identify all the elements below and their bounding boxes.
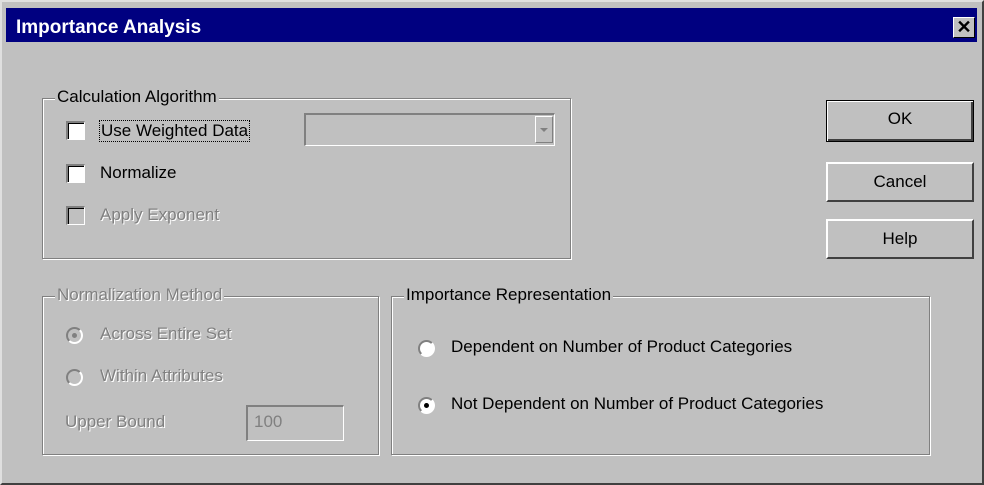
importance-representation-group — [391, 296, 930, 455]
dropdown-arrow-icon — [540, 128, 548, 132]
cancel-button[interactable]: Cancel — [826, 162, 974, 202]
dropdown-arrow-button[interactable] — [535, 116, 553, 143]
across-entire-set-label: Across Entire Set — [100, 324, 232, 343]
help-button[interactable]: Help — [826, 219, 974, 259]
importance-representation-legend: Importance Representation — [404, 285, 614, 305]
within-attributes-label: Within Attributes — [100, 366, 223, 385]
use-weighted-data-checkbox[interactable] — [66, 121, 85, 140]
weighted-data-select[interactable] — [304, 113, 555, 146]
upper-bound-label: Upper Bound — [65, 412, 166, 431]
across-entire-set-radio[interactable] — [66, 327, 83, 344]
normalization-method-legend: Normalization Method — [55, 285, 225, 305]
close-icon: ✕ — [956, 17, 972, 37]
dialog-title: Importance Analysis — [16, 17, 202, 38]
radio-selected-dot — [424, 403, 429, 408]
apply-exponent-checkbox[interactable] — [66, 206, 85, 225]
use-weighted-data-label[interactable]: Use Weighted Data — [99, 120, 251, 142]
upper-bound-input[interactable]: 100 — [246, 405, 344, 441]
ok-button[interactable]: OK — [826, 100, 974, 142]
apply-exponent-label: Apply Exponent — [100, 205, 220, 224]
title-bar[interactable]: Importance Analysis — [6, 8, 977, 42]
within-attributes-radio[interactable] — [66, 369, 83, 386]
calculation-algorithm-legend: Calculation Algorithm — [55, 87, 219, 107]
dependent-label[interactable]: Dependent on Number of Product Categorie… — [451, 337, 792, 357]
normalize-checkbox[interactable] — [66, 164, 85, 183]
radio-selected-dot — [72, 333, 77, 338]
not-dependent-radio[interactable] — [418, 397, 435, 414]
not-dependent-label[interactable]: Not Dependent on Number of Product Categ… — [451, 394, 823, 414]
close-button[interactable]: ✕ — [953, 17, 975, 38]
normalize-label[interactable]: Normalize — [100, 163, 177, 183]
dependent-radio[interactable] — [418, 340, 435, 357]
